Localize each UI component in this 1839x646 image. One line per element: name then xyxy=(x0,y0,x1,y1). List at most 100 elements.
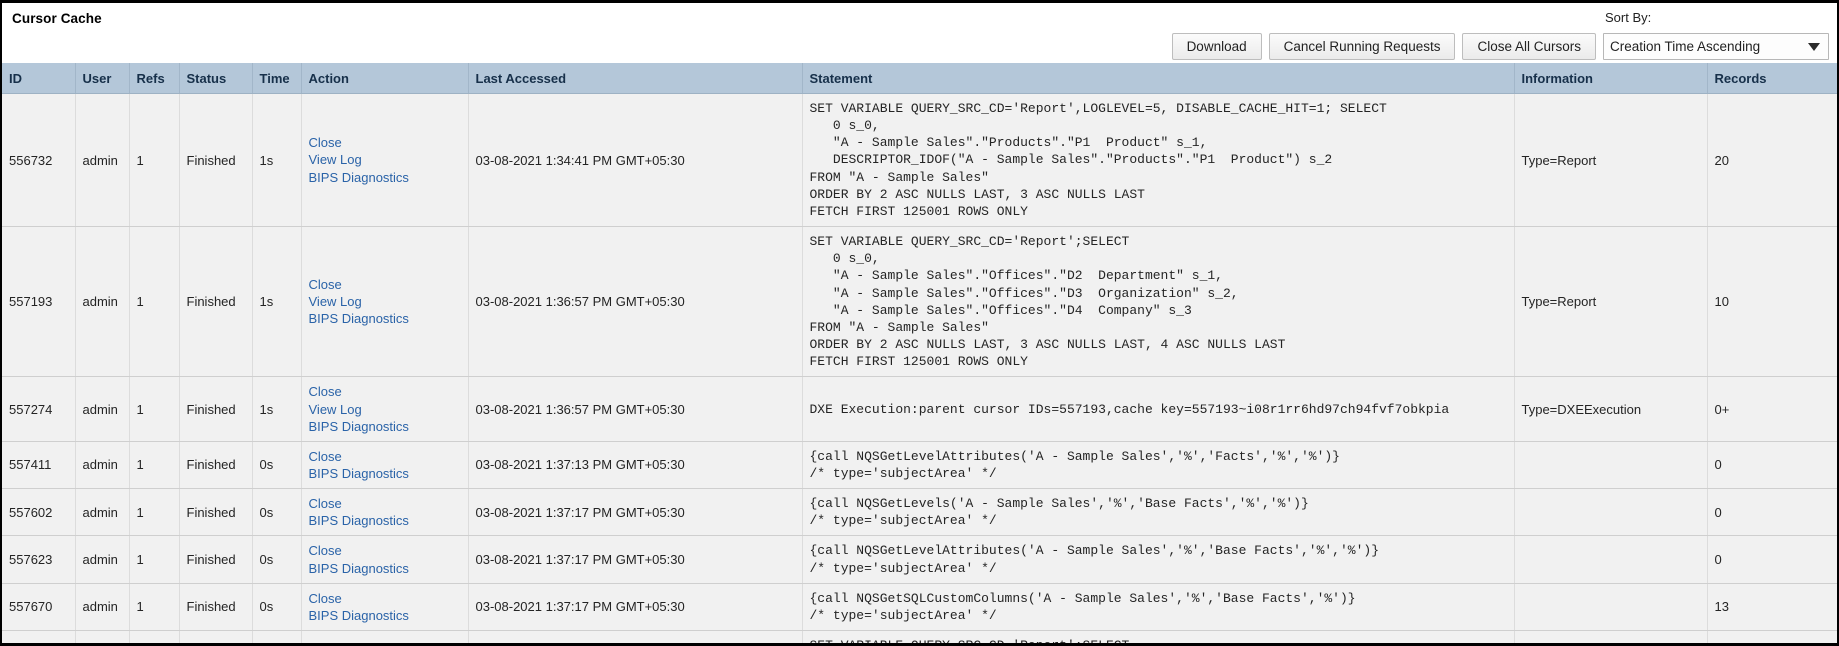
cell-action: Close BIPS Diagnostics xyxy=(301,583,469,632)
cell-action: Close View Log BIPS Diagnostics xyxy=(301,376,469,442)
cell-user: admin xyxy=(75,583,130,632)
table-row: 557623 admin 1 Finished 0s Close BIPS Diagnost… xyxy=(2,535,1837,584)
table-row: 557193 admin 1 Finished 1s Close View Log BIPS … xyxy=(2,226,1837,378)
cell-status xyxy=(179,630,253,643)
cell-user: admin xyxy=(75,226,130,378)
cell-id: 557193 xyxy=(2,226,76,378)
column-header-last-accessed[interactable]: Last Accessed xyxy=(468,63,803,94)
table-row: SET VARIABLE QUERY_SRC_CD='Report';SELEC… xyxy=(2,630,1837,643)
cell-records xyxy=(1707,630,1837,643)
cell-statement: {call NQSGetSQLCustomColumns('A - Sample… xyxy=(802,583,1515,632)
cell-id: 557274 xyxy=(2,376,76,442)
cell-refs xyxy=(129,630,180,643)
column-header-action[interactable]: Action xyxy=(301,63,469,94)
cell-time: 1s xyxy=(252,93,302,228)
action-link-close[interactable]: Close xyxy=(309,590,462,607)
action-link-bips-diagnostics[interactable]: BIPS Diagnostics xyxy=(309,465,462,482)
cell-status: Finished xyxy=(179,441,253,490)
close-all-cursors-button[interactable]: Close All Cursors xyxy=(1462,33,1596,60)
action-link-bips-diagnostics[interactable]: BIPS Diagnostics xyxy=(309,169,462,186)
cell-action: Close BIPS Diagnostics xyxy=(301,488,469,537)
cell-user: admin xyxy=(75,488,130,537)
cell-time: 0s xyxy=(252,488,302,537)
cell-records: 13 xyxy=(1707,583,1837,632)
cell-time: 1s xyxy=(252,226,302,378)
page-toolbar-area: Cursor Cache Download Cancel Running Req… xyxy=(2,3,1837,63)
cell-statement: SET VARIABLE QUERY_SRC_CD='Report';SELEC… xyxy=(802,226,1515,378)
cell-last-accessed: 03-08-2021 1:37:17 PM GMT+05:30 xyxy=(468,583,803,632)
table-row: 556732 admin 1 Finished 1s Close View Log BIPS … xyxy=(2,93,1837,228)
cell-last-accessed: 03-08-2021 1:34:41 PM GMT+05:30 xyxy=(468,93,803,228)
cell-records: 20 xyxy=(1707,93,1837,228)
cell-records: 0 xyxy=(1707,488,1837,537)
action-link-close[interactable]: Close xyxy=(309,542,462,559)
action-link-close[interactable]: Close xyxy=(309,276,462,293)
cell-id xyxy=(2,630,76,643)
cell-records: 0 xyxy=(1707,441,1837,490)
cell-time: 0s xyxy=(252,535,302,584)
cell-information xyxy=(1514,441,1708,490)
cell-refs: 1 xyxy=(129,441,180,490)
table-row: 557670 admin 1 Finished 0s Close BIPS Diagnost… xyxy=(2,583,1837,632)
cell-last-accessed xyxy=(468,630,803,643)
column-header-time[interactable]: Time xyxy=(252,63,302,94)
cell-information xyxy=(1514,535,1708,584)
column-header-refs[interactable]: Refs xyxy=(129,63,180,94)
column-header-status[interactable]: Status xyxy=(179,63,253,94)
download-button[interactable]: Download xyxy=(1171,33,1262,60)
chevron-down-icon xyxy=(1808,42,1820,51)
cell-user: admin xyxy=(75,93,130,228)
table-row: 557274 admin 1 Finished 1s Close View Log BIPS … xyxy=(2,376,1837,442)
action-link-bips-diagnostics[interactable]: BIPS Diagnostics xyxy=(309,512,462,529)
cell-status: Finished xyxy=(179,376,253,442)
column-header-id[interactable]: ID xyxy=(2,63,76,94)
cell-records: 0 xyxy=(1707,535,1837,584)
action-link-bips-diagnostics[interactable]: BIPS Diagnostics xyxy=(309,607,462,624)
cell-status: Finished xyxy=(179,93,253,228)
cell-records: 0+ xyxy=(1707,376,1837,442)
cell-refs: 1 xyxy=(129,376,180,442)
column-header-records[interactable]: Records xyxy=(1707,63,1837,94)
action-link-bips-diagnostics[interactable]: BIPS Diagnostics xyxy=(309,418,462,435)
sort-by-label: Sort By: xyxy=(1605,10,1652,25)
action-link-bips-diagnostics[interactable]: BIPS Diagnostics xyxy=(309,560,462,577)
action-link-close[interactable]: Close xyxy=(309,448,462,465)
cell-action: Close BIPS Diagnostics xyxy=(301,441,469,490)
action-link-bips-diagnostics[interactable]: BIPS Diagnostics xyxy=(309,310,462,327)
column-header-user[interactable]: User xyxy=(75,63,130,94)
cell-action: Close BIPS Diagnostics xyxy=(301,535,469,584)
cell-user xyxy=(75,630,130,643)
cell-last-accessed: 03-08-2021 1:36:57 PM GMT+05:30 xyxy=(468,376,803,442)
cell-refs: 1 xyxy=(129,226,180,378)
action-link-view-log[interactable]: View Log xyxy=(309,401,462,418)
cell-time: 0s xyxy=(252,583,302,632)
cell-refs: 1 xyxy=(129,535,180,584)
cell-information xyxy=(1514,630,1708,643)
action-link-close[interactable]: Close xyxy=(309,134,462,151)
column-header-statement[interactable]: Statement xyxy=(802,63,1515,94)
cell-user: admin xyxy=(75,376,130,442)
action-link-view-log[interactable]: View Log xyxy=(309,293,462,310)
cell-refs: 1 xyxy=(129,93,180,228)
column-header-information[interactable]: Information xyxy=(1514,63,1708,94)
cell-last-accessed: 03-08-2021 1:36:57 PM GMT+05:30 xyxy=(468,226,803,378)
action-link-view-log[interactable]: View Log xyxy=(309,151,462,168)
cell-status: Finished xyxy=(179,488,253,537)
sort-by-group: Sort By: Creation Time Ascending xyxy=(1603,10,1829,60)
sort-by-selected-value: Creation Time Ascending xyxy=(1610,39,1761,54)
cancel-running-requests-button[interactable]: Cancel Running Requests xyxy=(1268,33,1456,60)
cell-status: Finished xyxy=(179,226,253,378)
action-link-close[interactable]: Close xyxy=(309,383,462,400)
cell-information xyxy=(1514,488,1708,537)
cell-id: 557623 xyxy=(2,535,76,584)
cell-id: 556732 xyxy=(2,93,76,228)
action-link-close[interactable]: Close xyxy=(309,495,462,512)
sort-by-select[interactable]: Creation Time Ascending xyxy=(1603,33,1829,60)
cell-information: Type=Report xyxy=(1514,93,1708,228)
cell-user: admin xyxy=(75,441,130,490)
toolbar: Download Cancel Running Requests Close A… xyxy=(1171,10,1829,60)
table-row: 557602 admin 1 Finished 0s Close BIPS Diagnost… xyxy=(2,488,1837,537)
cell-statement: {call NQSGetLevelAttributes('A - Sample … xyxy=(802,535,1515,584)
table-row: 557411 admin 1 Finished 0s Close BIPS Diagnost… xyxy=(2,441,1837,490)
cell-information xyxy=(1514,583,1708,632)
